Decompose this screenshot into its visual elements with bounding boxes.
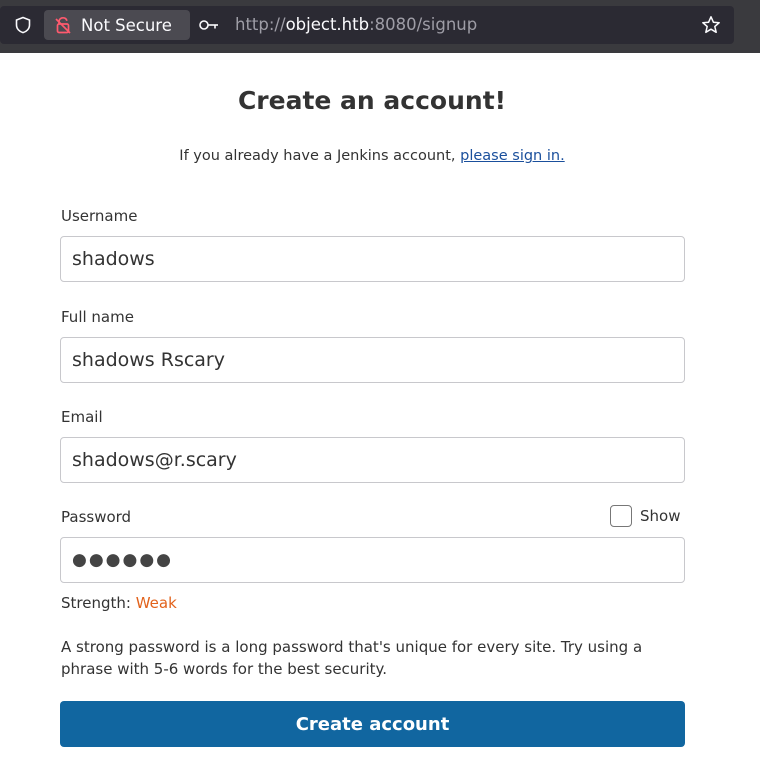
fullname-input[interactable] [60, 337, 685, 383]
email-label: Email [61, 408, 103, 426]
email-input[interactable] [60, 437, 685, 483]
signin-prefix: If you already have a Jenkins account, [179, 148, 461, 164]
show-password-checkbox[interactable] [610, 505, 632, 527]
strength-label: Strength: [61, 594, 136, 612]
security-label: Not Secure [81, 16, 172, 35]
shield-icon[interactable] [14, 16, 32, 34]
fullname-label: Full name [61, 308, 134, 326]
bookmark-star-icon[interactable] [701, 15, 721, 35]
url-path: :8080/signup [369, 15, 478, 34]
url-text[interactable]: http://object.htb:8080/signup [235, 15, 477, 34]
show-password-label: Show [640, 507, 681, 525]
url-host: object.htb [285, 15, 370, 34]
signin-link[interactable]: please sign in. [460, 148, 565, 164]
password-label: Password [61, 508, 132, 526]
page-title: Create an account! [237, 86, 507, 115]
create-account-button[interactable]: Create account [60, 701, 685, 747]
broken-lock-icon [55, 16, 71, 34]
browser-toolbar: Not Secure http://object.htb:8080/signup [0, 0, 760, 53]
strength-value: Weak [135, 594, 177, 612]
url-bar[interactable]: Not Secure http://object.htb:8080/signup [0, 6, 734, 44]
password-hint: A strong password is a long password tha… [61, 638, 643, 678]
username-input[interactable] [60, 236, 685, 282]
key-icon[interactable] [198, 17, 220, 33]
password-input[interactable]: ●●●●●● [60, 537, 685, 583]
signin-prompt: If you already have a Jenkins account, p… [0, 148, 744, 164]
username-label: Username [61, 207, 138, 225]
url-scheme: http:// [235, 15, 286, 34]
password-strength: Strength: Weak [61, 594, 177, 612]
not-secure-badge[interactable]: Not Secure [44, 10, 190, 40]
